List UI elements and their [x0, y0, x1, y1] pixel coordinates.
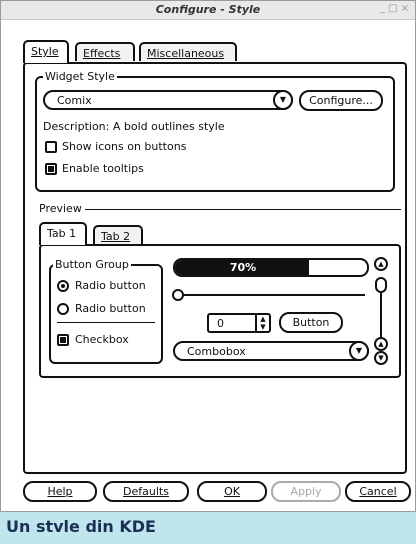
widget-style-legend: Widget Style: [43, 70, 117, 83]
enable-tooltips-label: Enable tooltips: [62, 162, 144, 175]
show-icons-checkbox[interactable]: [45, 141, 57, 153]
radio-button-2[interactable]: [57, 303, 69, 315]
scroll-thumb[interactable]: [375, 277, 387, 293]
preview-tab-1[interactable]: Tab 1: [39, 222, 87, 245]
preview-label: Preview: [39, 202, 82, 215]
tab-style[interactable]: Style: [23, 40, 69, 63]
apply-button-label: Apply: [290, 485, 322, 498]
configure-button-label: Configure...: [309, 94, 373, 107]
slider-handle[interactable]: [172, 289, 184, 301]
style-combobox-value: Comix: [57, 94, 92, 107]
preview-button-label: Button: [292, 316, 330, 329]
cancel-button-label: Cancel: [359, 485, 397, 498]
tab-style-label: Style: [31, 45, 59, 58]
group-divider: [57, 322, 155, 323]
spin-box[interactable]: 0 ▲ ▼: [207, 313, 271, 333]
scroll-down-icon[interactable]: ▼: [374, 351, 388, 365]
radio-button-1-label: Radio button: [75, 279, 146, 292]
spin-arrows-icon[interactable]: ▲ ▼: [255, 315, 269, 331]
tab-miscellaneous-label: Miscellaneous: [147, 47, 225, 60]
caption-text: Un stvle din KDE: [6, 517, 156, 536]
defaults-button[interactable]: Defaults: [103, 481, 189, 502]
button-group: Button Group Radio button Radio button C…: [49, 258, 163, 364]
enable-tooltips-checkbox[interactable]: [45, 163, 57, 175]
style-description: Description: A bold outlines style: [43, 120, 225, 133]
preview-divider: [85, 209, 401, 210]
preview-tab-1-label: Tab 1: [47, 227, 77, 240]
progress-bar: 70%: [173, 258, 369, 277]
window-controls[interactable]: _ □ ×: [380, 3, 409, 14]
ok-button[interactable]: OK: [197, 481, 267, 502]
show-icons-label: Show icons on buttons: [62, 140, 187, 153]
slider-track[interactable]: [179, 294, 365, 296]
preview-tab-2[interactable]: Tab 2: [93, 225, 143, 244]
radio-button-1[interactable]: [57, 280, 69, 292]
combobox-chevron-down-icon[interactable]: ▼: [349, 341, 369, 361]
progress-text: 70%: [229, 261, 257, 274]
spin-box-value: 0: [217, 317, 224, 330]
cancel-button[interactable]: Cancel: [345, 481, 411, 502]
ok-button-label: OK: [224, 485, 240, 498]
widget-style-group: Widget Style Comix ▼ Configure... Descri…: [35, 70, 395, 192]
style-combobox[interactable]: Comix ▼: [43, 90, 293, 110]
configure-style-window: Configure - Style _ □ × Style Effects Mi…: [0, 0, 416, 512]
scroll-up-icon[interactable]: ▲: [374, 257, 388, 271]
radio-button-2-label: Radio button: [75, 302, 146, 315]
tab-effects[interactable]: Effects: [75, 42, 135, 61]
title-bar[interactable]: Configure - Style _ □ ×: [1, 1, 415, 20]
defaults-button-label: Defaults: [123, 485, 169, 498]
preview-combobox-label: Combobox: [187, 345, 246, 358]
help-button-label: Help: [47, 485, 73, 498]
caption-bar: Un stvle din KDE: [0, 512, 416, 544]
vertical-scrollbar[interactable]: ▲ ▲ ▼: [374, 257, 388, 365]
apply-button[interactable]: Apply: [271, 481, 341, 502]
preview-combobox[interactable]: Combobox ▼: [173, 341, 369, 361]
preview-checkbox[interactable]: [57, 334, 69, 346]
chevron-down-icon[interactable]: ▼: [273, 90, 293, 110]
configure-button[interactable]: Configure...: [299, 90, 383, 111]
window-title: Configure - Style: [155, 3, 261, 16]
help-button[interactable]: Help: [23, 481, 97, 502]
preview-button[interactable]: Button: [279, 312, 343, 333]
tab-effects-label: Effects: [83, 47, 121, 60]
preview-checkbox-label: Checkbox: [75, 333, 129, 346]
button-group-legend: Button Group: [53, 258, 131, 271]
scroll-up-icon-lower[interactable]: ▲: [374, 337, 388, 351]
scroll-track[interactable]: [380, 293, 382, 341]
preview-tab-2-label: Tab 2: [101, 230, 131, 243]
tab-miscellaneous[interactable]: Miscellaneous: [139, 42, 237, 61]
